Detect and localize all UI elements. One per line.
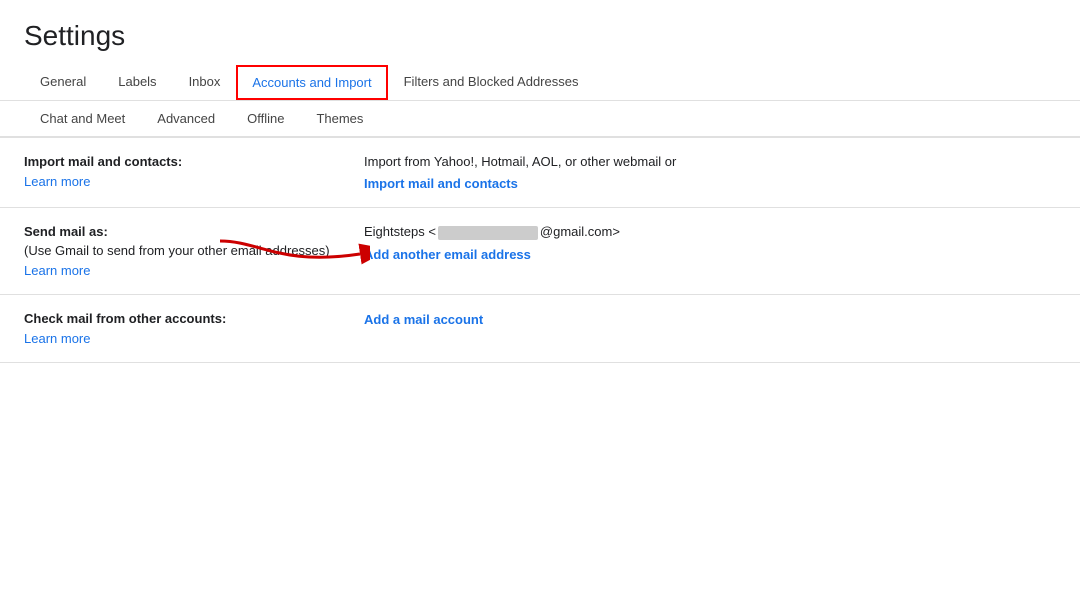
email-blurred [438, 226, 538, 240]
check-mail-learn-more[interactable]: Learn more [24, 331, 90, 346]
import-mail-label: Import mail and contacts: Learn more [24, 154, 354, 189]
send-mail-label: Send mail as: (Use Gmail to send from yo… [24, 224, 354, 278]
check-mail-row: Check mail from other accounts: Learn mo… [0, 295, 1080, 363]
import-mail-action[interactable]: Import mail and contacts [364, 176, 518, 191]
tabs-row-2: Chat and Meet Advanced Offline Themes [0, 101, 1080, 138]
import-mail-title: Import mail and contacts: [24, 154, 330, 169]
tab-filters[interactable]: Filters and Blocked Addresses [388, 64, 595, 101]
check-mail-action[interactable]: Add a mail account [364, 312, 483, 327]
tab-labels[interactable]: Labels [102, 64, 172, 101]
tab-offline[interactable]: Offline [231, 101, 300, 138]
send-mail-value: Eightsteps < @gmail.com> Add another emai… [354, 224, 1056, 262]
check-mail-title: Check mail from other accounts: [24, 311, 330, 326]
send-mail-action[interactable]: Add another email address [364, 247, 531, 262]
tabs-row-1: General Labels Inbox Accounts and Import… [0, 64, 1080, 101]
email-prefix: Eightsteps < [364, 224, 436, 239]
tab-general[interactable]: General [24, 64, 102, 101]
check-mail-label: Check mail from other accounts: Learn mo… [24, 311, 354, 346]
import-mail-row: Import mail and contacts: Learn more Imp… [0, 138, 1080, 208]
tab-chat-meet[interactable]: Chat and Meet [24, 101, 141, 138]
tab-inbox[interactable]: Inbox [173, 64, 237, 101]
send-mail-email: Eightsteps < @gmail.com> [364, 224, 1056, 240]
tab-advanced[interactable]: Advanced [141, 101, 231, 138]
page-title: Settings [0, 0, 1080, 64]
import-mail-value-text: Import from Yahoo!, Hotmail, AOL, or oth… [364, 154, 1056, 169]
import-mail-learn-more[interactable]: Learn more [24, 174, 90, 189]
tab-accounts-import[interactable]: Accounts and Import [236, 65, 387, 100]
send-mail-desc: (Use Gmail to send from your other email… [24, 243, 330, 258]
send-mail-row: Send mail as: (Use Gmail to send from yo… [0, 208, 1080, 295]
check-mail-value: Add a mail account [354, 311, 1056, 327]
import-mail-value: Import from Yahoo!, Hotmail, AOL, or oth… [354, 154, 1056, 191]
send-mail-title: Send mail as: [24, 224, 330, 239]
email-suffix: @gmail.com> [540, 224, 620, 239]
content-area: Import mail and contacts: Learn more Imp… [0, 138, 1080, 363]
tab-themes[interactable]: Themes [300, 101, 379, 138]
send-mail-learn-more[interactable]: Learn more [24, 263, 90, 278]
